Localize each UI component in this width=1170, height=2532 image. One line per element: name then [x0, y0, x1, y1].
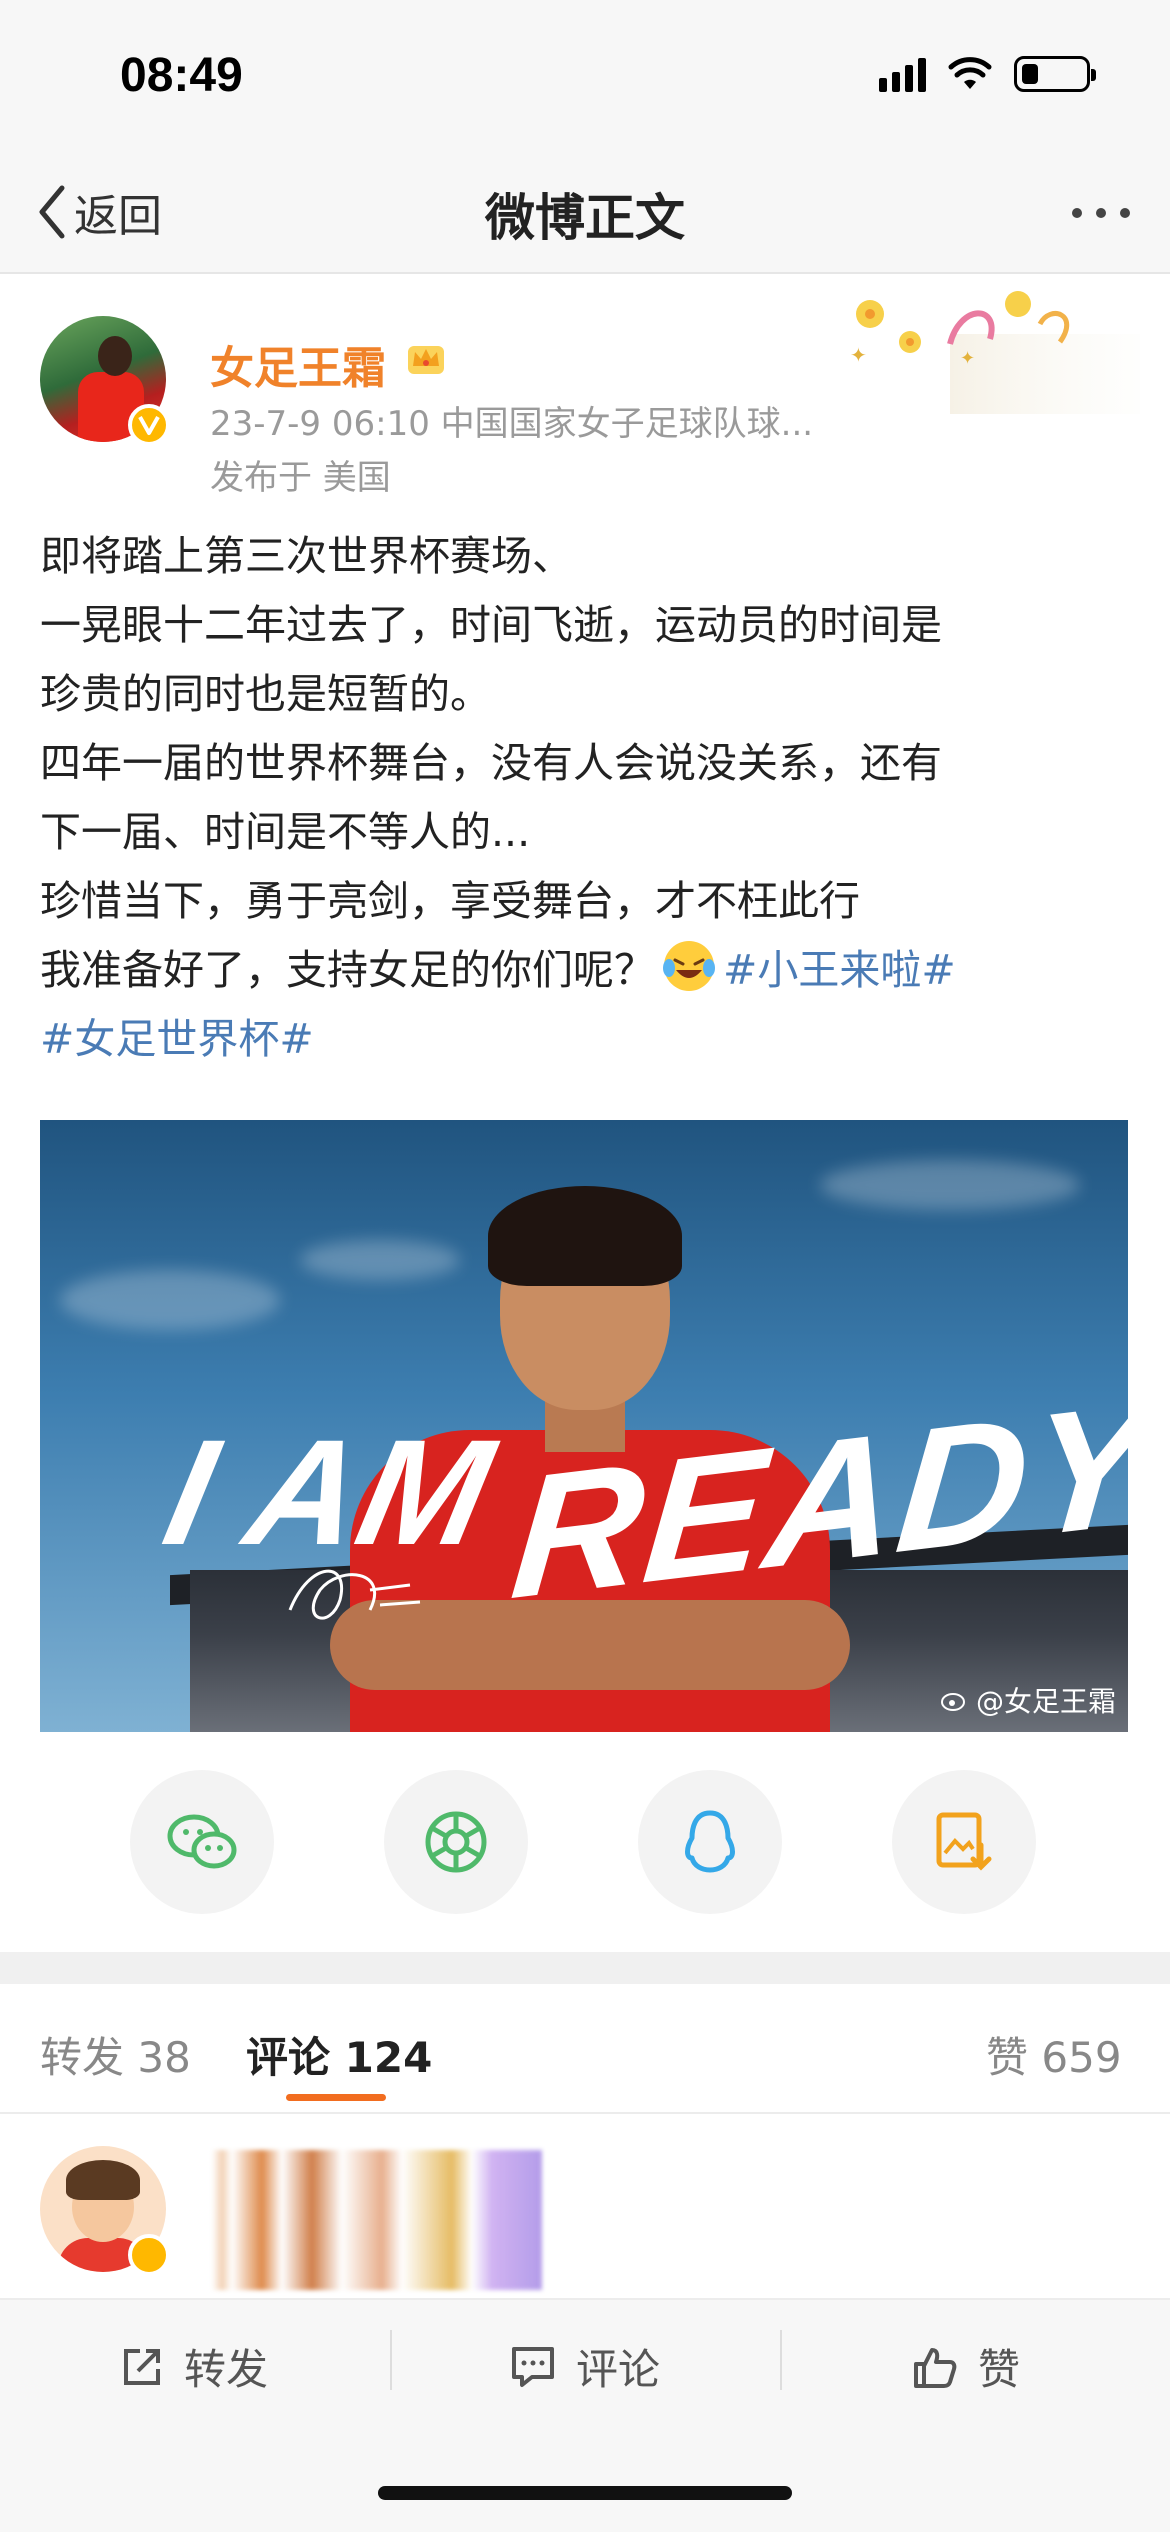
comment-username-blurred [212, 2150, 542, 2290]
image-watermark: @女足王霜 [940, 1680, 1116, 1720]
crown-icon [408, 346, 444, 374]
post-line: 即将踏上第三次世界杯赛场、 [40, 532, 573, 580]
comment-icon [512, 2346, 554, 2387]
save-image-icon [936, 1812, 992, 1871]
post-line: 一晃眼十二年过去了，时间飞逝，运动员的时间是 [40, 601, 942, 649]
battery-icon [1014, 56, 1096, 92]
svg-text:✦: ✦ [960, 348, 975, 369]
signature-graphic [288, 1569, 421, 1620]
post-meta: 23-7-9 06:10 中国国家女子足球队球... [210, 404, 814, 444]
weibo-logo-icon [940, 1693, 965, 1711]
tab-count: 124 [344, 2033, 433, 2082]
hashtag-link[interactable]: #女足世界杯# [40, 1015, 314, 1063]
post-image[interactable]: I AM READY! @女足王霜 [40, 1120, 1128, 1732]
page-title: 微博正文 [485, 189, 685, 247]
tab-label: 评论 [246, 2033, 331, 2082]
repost-button[interactable]: 转发 [120, 2336, 268, 2397]
active-tab-indicator [286, 2094, 386, 2101]
tab-comments[interactable]: 评论 124 [246, 2024, 432, 2085]
verified-badge-icon [128, 404, 170, 446]
tab-count: 38 [137, 2033, 191, 2082]
post-line: 四年一届的世界杯舞台，没有人会说没关系，还有 [40, 739, 942, 787]
verified-badge-icon [128, 2234, 170, 2276]
moments-icon [425, 1811, 487, 1873]
divider [390, 2330, 392, 2390]
tab-reposts[interactable]: 转发 38 [40, 2024, 191, 2085]
battery-level [1022, 64, 1038, 84]
tabs-border [0, 2112, 1170, 2114]
decorative-sticker: ✦ ✦ [850, 291, 1140, 414]
wechat-icon [167, 1814, 237, 1869]
comment-button[interactable]: 评论 [510, 2336, 660, 2397]
post-location: 发布于 美国 [210, 458, 391, 498]
like-button[interactable]: 赞 [912, 2336, 1020, 2397]
post-line: 珍惜当下，勇于亮剑，享受舞台，才不枉此行 [40, 877, 860, 925]
cellular-signal-icon [879, 56, 926, 92]
status-icons [879, 56, 1096, 92]
post-line: 珍贵的同时也是短暂的。 [40, 670, 491, 718]
tab-count: 659 [1041, 2033, 1122, 2082]
section-divider [0, 1952, 1170, 1984]
status-bar: 08:49 [0, 0, 1170, 150]
tab-likes[interactable]: 赞 659 [986, 2024, 1122, 2085]
status-time: 08:49 [120, 49, 243, 102]
more-options-icon[interactable] [1072, 208, 1130, 218]
hashtag-link[interactable]: #小王来啦# [723, 946, 956, 994]
watermark-text: @女足王霜 [975, 1685, 1116, 1718]
wifi-icon [948, 57, 992, 89]
thumbs-up-icon [914, 2347, 957, 2388]
tab-label: 转发 [40, 2033, 125, 2082]
repost-label: 转发 [184, 2345, 269, 2394]
comment-label: 评论 [576, 2345, 661, 2394]
save-image-button[interactable] [892, 1770, 1036, 1914]
post-text: 即将踏上第三次世界杯赛场、 一晃眼十二年过去了，时间飞逝，运动员的时间是 珍贵的… [40, 522, 1140, 1074]
share-qq-button[interactable] [638, 1770, 782, 1914]
like-label: 赞 [978, 2345, 1021, 2394]
tab-label: 赞 [986, 2033, 1029, 2082]
share-wechat-button[interactable] [130, 1770, 274, 1914]
divider [780, 2330, 782, 2390]
author-name[interactable]: 女足王霜 [210, 332, 386, 396]
post-line-hashtag: #女足世界杯# [40, 1005, 1140, 1074]
svg-text:✦: ✦ [850, 343, 867, 367]
laughing-crying-emoji-icon [663, 941, 715, 991]
share-arrow-icon [124, 2348, 160, 2385]
post-line-last: 我准备好了，支持女足的你们呢？ #小王来啦# [40, 936, 1140, 1005]
post-line: 我准备好了，支持女足的你们呢？ [40, 946, 655, 994]
post-line: 下一届、时间是不等人的... [40, 808, 531, 856]
home-indicator[interactable] [378, 2486, 792, 2500]
qq-icon [685, 1810, 735, 1873]
nav-bar: 返回 微博正文 [0, 150, 1170, 274]
share-moments-button[interactable] [384, 1770, 528, 1914]
